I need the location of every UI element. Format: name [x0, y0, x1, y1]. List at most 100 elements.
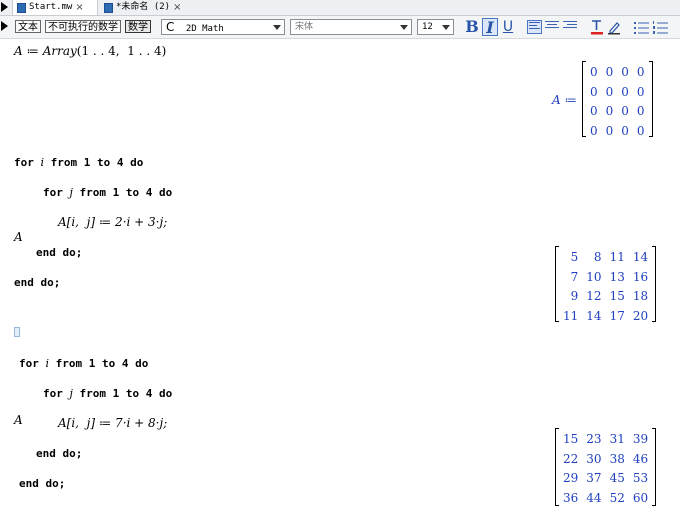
code-block-loop-2[interactable]: for i from 1 to 4 do for j from 1 to 4 d… — [19, 341, 172, 506]
context-toolbar: 文本 不可执行的数学 数学 C 2D Math 宋体 12 B I U — [0, 16, 680, 39]
matrix-cell: 8 — [593, 250, 602, 264]
text-color-icon[interactable] — [590, 19, 604, 35]
matrix-cell: 38 — [609, 451, 625, 466]
code-line: for i from 1 to 4 do — [14, 155, 172, 170]
code-line: end do; — [19, 477, 66, 490]
style-value: 2D Math — [185, 24, 224, 34]
kw-for: for — [43, 387, 70, 400]
matrix-cell: 30 — [586, 451, 602, 466]
fn-array: Array — [42, 44, 77, 58]
matrix-cell: 52 — [609, 490, 625, 505]
fn-args: (1 . . 4, 1 . . 4) — [76, 44, 167, 58]
chevron-down-icon — [273, 25, 281, 30]
matrix-cell: 14 — [586, 308, 602, 323]
matrix-cell: 36 — [563, 490, 579, 505]
matrix-cell: 45 — [609, 471, 625, 485]
tab-label: *未命名 (2) — [116, 2, 171, 12]
code-line: end do; — [36, 246, 83, 259]
matrix-cell: 17 — [609, 308, 625, 323]
matrix-cell: 31 — [609, 432, 625, 446]
code-line: for j from 1 to 4 do — [14, 185, 172, 200]
tab-untitled[interactable]: *未命名 (2) × — [100, 0, 192, 15]
matrix-cell: 11 — [563, 308, 579, 323]
matrix-cell: 15 — [609, 289, 625, 303]
tab-start[interactable]: Start.mw × — [12, 0, 98, 15]
code-line: end do; — [14, 276, 61, 289]
bullet-list-icon[interactable] — [634, 20, 649, 34]
matrix-cell: 0 — [590, 104, 598, 118]
matrix-cell: 15 — [563, 432, 579, 446]
maple-file-icon — [104, 2, 113, 13]
matrix-cell: 10 — [586, 269, 602, 284]
matrix-cell: 0 — [621, 123, 629, 138]
matrix-cell: 0 — [605, 65, 614, 79]
align-center-icon[interactable] — [545, 21, 559, 33]
italic-button[interactable]: I — [482, 18, 498, 37]
close-icon[interactable]: × — [173, 0, 181, 15]
math-input-eval[interactable]: A — [14, 413, 23, 427]
matrix-cell: 5 — [570, 250, 579, 264]
matrix-cell: 18 — [632, 289, 649, 303]
math-input-array[interactable]: A ≔ Array(1 . . 4, 1 . . 4) — [14, 44, 166, 58]
code-line: for i from 1 to 4 do — [19, 356, 172, 371]
matrix-cell: 0 — [590, 84, 598, 99]
code-line: for j from 1 to 4 do — [19, 386, 172, 401]
matrix-cell: 0 — [636, 65, 645, 79]
matrix-cell: 0 — [636, 84, 645, 99]
chevron-down-icon — [400, 25, 408, 30]
align-right-icon[interactable] — [563, 21, 577, 33]
maple-file-icon — [17, 2, 26, 13]
input-cursor[interactable] — [14, 327, 20, 337]
matrix-cell: 37 — [586, 471, 602, 485]
kw-for: for — [43, 186, 70, 199]
code-line: end do; — [36, 447, 83, 460]
matrix-cell: 53 — [632, 471, 649, 485]
matrix-cell: 60 — [632, 490, 649, 505]
code-line: A[i, j] ≔ 2·i + 3·j; — [58, 215, 168, 229]
var-a: A — [14, 44, 23, 58]
matrix-cell: 9 — [570, 289, 579, 303]
close-icon[interactable]: × — [75, 0, 83, 15]
matrix-cell: 12 — [586, 289, 602, 303]
kw-for: for — [19, 357, 46, 370]
matrix-cell: 44 — [586, 490, 602, 505]
style-letter: C — [166, 20, 175, 34]
matrix-cell: 0 — [590, 65, 598, 79]
loop-range: from 1 to 4 do — [72, 186, 173, 199]
loop-range: from 1 to 4 do — [72, 387, 173, 400]
numbered-list-icon[interactable] — [653, 20, 668, 34]
matrix-cell: 23 — [586, 432, 602, 446]
nonexec-math-button[interactable]: 不可执行的数学 — [45, 20, 121, 33]
matrix-cell: 46 — [632, 451, 649, 466]
matrix-grid: 5 8 11 14 7 10 13 16 9 12 15 18 11 14 17 20 — [559, 246, 652, 323]
matrix-cell: 0 — [590, 123, 598, 138]
output-label: A ≔ — [552, 93, 577, 107]
tab-bar: Start.mw × *未命名 (2) × — [0, 0, 680, 16]
matrix-cell: 20 — [632, 308, 649, 323]
underline-button[interactable]: U — [500, 18, 516, 36]
matrix-cell: 13 — [609, 269, 625, 284]
style-select[interactable]: C 2D Math — [161, 19, 285, 35]
code-block-loop-1[interactable]: for i from 1 to 4 do for j from 1 to 4 d… — [14, 140, 172, 305]
matrix-cell: 0 — [636, 104, 645, 118]
tab-label: Start.mw — [29, 2, 73, 12]
math-mode-button[interactable]: 数学 — [125, 20, 151, 33]
highlight-color-icon[interactable] — [607, 19, 621, 35]
math-input-eval[interactable]: A — [14, 230, 23, 244]
size-select[interactable]: 12 — [417, 19, 454, 35]
size-value: 12 — [422, 22, 433, 32]
align-left-icon[interactable] — [527, 20, 542, 34]
text-mode-button[interactable]: 文本 — [15, 20, 41, 33]
toolbar-arrow-icon[interactable] — [1, 21, 8, 31]
matrix-grid: 15 23 31 39 22 30 38 46 29 37 45 53 36 44 52 60 — [559, 428, 652, 506]
matrix-cell: 16 — [632, 269, 649, 284]
font-select[interactable]: 宋体 — [290, 19, 412, 35]
matrix-cell: 0 — [605, 84, 614, 99]
matrix-cell: 0 — [636, 123, 645, 138]
expand-arrow-icon[interactable] — [1, 2, 8, 12]
matrix-cell: 0 — [621, 104, 629, 118]
matrix-cell: 0 — [621, 84, 629, 99]
matrix-cell: 7 — [570, 269, 579, 284]
loop-range: from 1 to 4 do — [49, 357, 149, 370]
bold-button[interactable]: B — [464, 18, 480, 36]
